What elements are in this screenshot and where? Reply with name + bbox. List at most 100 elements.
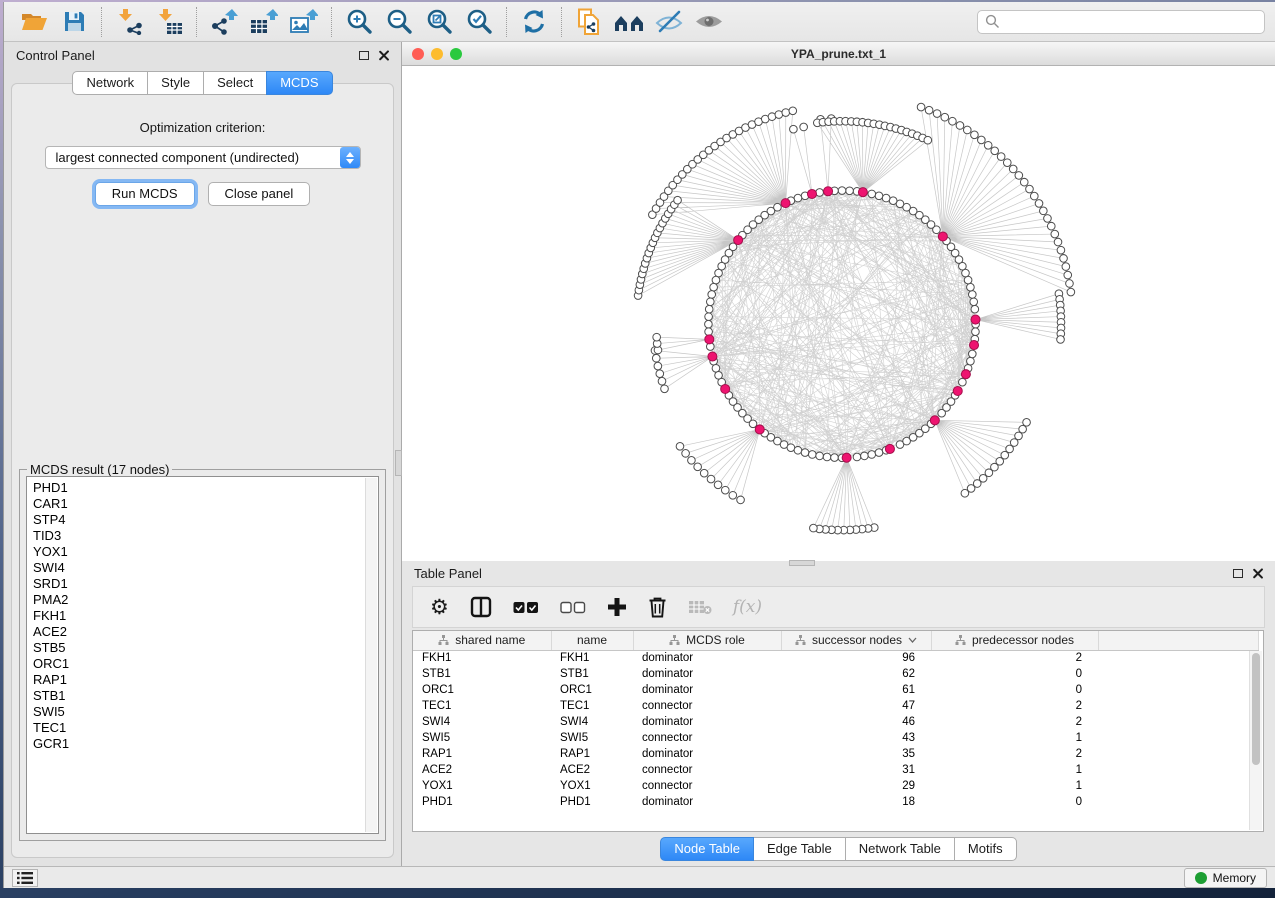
column-header-predecessor-nodes[interactable]: predecessor nodes — [931, 631, 1098, 650]
table-cell[interactable]: 31 — [781, 762, 931, 778]
table-cell[interactable]: 43 — [781, 730, 931, 746]
table-cell[interactable]: 47 — [781, 698, 931, 714]
zoom-selected-button[interactable] — [459, 5, 499, 39]
table-cell[interactable]: STB1 — [413, 666, 551, 682]
table-cell[interactable]: RAP1 — [551, 746, 633, 762]
tab-select[interactable]: Select — [203, 71, 267, 95]
table-row[interactable]: ORC1ORC1dominator610 — [413, 682, 1258, 698]
table-cell[interactable]: connector — [633, 730, 781, 746]
mcds-result-item[interactable]: PHD1 — [33, 480, 378, 496]
show-all-button[interactable] — [689, 5, 729, 39]
export-table-button[interactable] — [244, 5, 284, 39]
first-neighbors-button[interactable] — [609, 5, 649, 39]
mcds-result-item[interactable]: GCR1 — [33, 736, 378, 752]
tab-style[interactable]: Style — [147, 71, 204, 95]
close-panel-button[interactable]: Close panel — [208, 182, 311, 206]
table-cell[interactable]: dominator — [633, 714, 781, 730]
table-cell[interactable]: ORC1 — [551, 682, 633, 698]
table-cell[interactable]: 35 — [781, 746, 931, 762]
table-cell[interactable]: 2 — [931, 650, 1098, 666]
zoom-fit-button[interactable] — [419, 5, 459, 39]
tab-node-table[interactable]: Node Table — [660, 837, 754, 861]
close-panel-icon[interactable] — [378, 50, 389, 61]
table-row[interactable]: FKH1FKH1dominator962 — [413, 650, 1258, 666]
mcds-result-list[interactable]: PHD1CAR1STP4TID3YOX1SWI4SRD1PMA2FKH1ACE2… — [26, 476, 379, 834]
show-columns-button[interactable] — [470, 596, 492, 618]
table-cell[interactable]: 96 — [781, 650, 931, 666]
mcds-result-item[interactable]: SRD1 — [33, 576, 378, 592]
task-history-button[interactable] — [12, 869, 38, 887]
mcds-list-scrollbar[interactable] — [365, 478, 377, 832]
table-cell[interactable]: FKH1 — [551, 650, 633, 666]
table-cell[interactable]: 1 — [931, 762, 1098, 778]
table-cell[interactable]: 1 — [931, 778, 1098, 794]
run-mcds-button[interactable]: Run MCDS — [95, 182, 195, 206]
mcds-result-item[interactable]: TID3 — [33, 528, 378, 544]
table-row[interactable]: TEC1TEC1connector472 — [413, 698, 1258, 714]
optimization-criterion-dropdown[interactable]: largest connected component (undirected) — [45, 146, 361, 169]
hide-selected-button[interactable] — [649, 5, 689, 39]
table-row[interactable]: RAP1RAP1dominator352 — [413, 746, 1258, 762]
table-cell[interactable]: 0 — [931, 666, 1098, 682]
table-cell[interactable]: SWI5 — [551, 730, 633, 746]
tab-edge-table[interactable]: Edge Table — [753, 837, 846, 861]
mcds-result-item[interactable]: ORC1 — [33, 656, 378, 672]
column-header-MCDS-role[interactable]: MCDS role — [633, 631, 781, 650]
search-field[interactable] — [977, 10, 1265, 34]
mcds-result-item[interactable]: STB5 — [33, 640, 378, 656]
table-cell[interactable]: STB1 — [551, 666, 633, 682]
mcds-result-item[interactable]: FKH1 — [33, 608, 378, 624]
tab-motifs[interactable]: Motifs — [954, 837, 1017, 861]
table-cell[interactable]: connector — [633, 762, 781, 778]
horizontal-splitter-handle[interactable] — [789, 560, 815, 566]
export-image-button[interactable] — [284, 5, 324, 39]
float-table-panel-icon[interactable] — [1233, 569, 1243, 578]
table-cell[interactable]: dominator — [633, 746, 781, 762]
column-header-name[interactable]: name — [551, 631, 633, 650]
tab-mcds[interactable]: MCDS — [266, 71, 332, 95]
delete-column-button[interactable] — [648, 596, 667, 618]
mcds-result-item[interactable]: SWI5 — [33, 704, 378, 720]
table-row[interactable]: ACE2ACE2connector311 — [413, 762, 1258, 778]
network-graph[interactable] — [402, 66, 1275, 562]
table-row[interactable]: SWI5SWI5connector431 — [413, 730, 1258, 746]
table-cell[interactable]: connector — [633, 698, 781, 714]
float-panel-icon[interactable] — [359, 51, 369, 60]
mcds-result-item[interactable]: RAP1 — [33, 672, 378, 688]
mcds-result-item[interactable]: PMA2 — [33, 592, 378, 608]
table-cell[interactable]: SWI5 — [413, 730, 551, 746]
open-file-button[interactable] — [14, 5, 54, 39]
table-cell[interactable]: dominator — [633, 666, 781, 682]
search-input[interactable] — [1000, 15, 1264, 29]
table-cell[interactable]: 46 — [781, 714, 931, 730]
import-table-button[interactable] — [149, 5, 189, 39]
column-header-successor-nodes[interactable]: successor nodes — [781, 631, 931, 650]
network-canvas[interactable] — [402, 66, 1275, 562]
table-row[interactable]: PHD1PHD1dominator180 — [413, 794, 1258, 810]
table-cell[interactable]: 0 — [931, 794, 1098, 810]
table-cell[interactable]: 61 — [781, 682, 931, 698]
mcds-result-item[interactable]: SWI4 — [33, 560, 378, 576]
table-cell[interactable]: YOX1 — [413, 778, 551, 794]
table-cell[interactable]: 1 — [931, 730, 1098, 746]
tab-network-table[interactable]: Network Table — [845, 837, 955, 861]
table-cell[interactable]: TEC1 — [551, 698, 633, 714]
mcds-result-item[interactable]: STP4 — [33, 512, 378, 528]
table-cell[interactable]: 2 — [931, 714, 1098, 730]
memory-button[interactable]: Memory — [1184, 868, 1267, 888]
table-cell[interactable]: connector — [633, 778, 781, 794]
table-cell[interactable]: 2 — [931, 746, 1098, 762]
close-table-panel-icon[interactable] — [1252, 568, 1263, 579]
tab-network[interactable]: Network — [72, 71, 148, 95]
column-header-shared-name[interactable]: shared name — [413, 631, 551, 650]
table-cell[interactable]: dominator — [633, 682, 781, 698]
table-cell[interactable]: 29 — [781, 778, 931, 794]
table-cell[interactable]: FKH1 — [413, 650, 551, 666]
zoom-out-button[interactable] — [379, 5, 419, 39]
import-network-button[interactable] — [109, 5, 149, 39]
table-cell[interactable]: ACE2 — [413, 762, 551, 778]
table-cell[interactable]: 62 — [781, 666, 931, 682]
table-cell[interactable]: PHD1 — [551, 794, 633, 810]
copy-network-button[interactable] — [569, 5, 609, 39]
create-column-button[interactable] — [607, 597, 627, 617]
